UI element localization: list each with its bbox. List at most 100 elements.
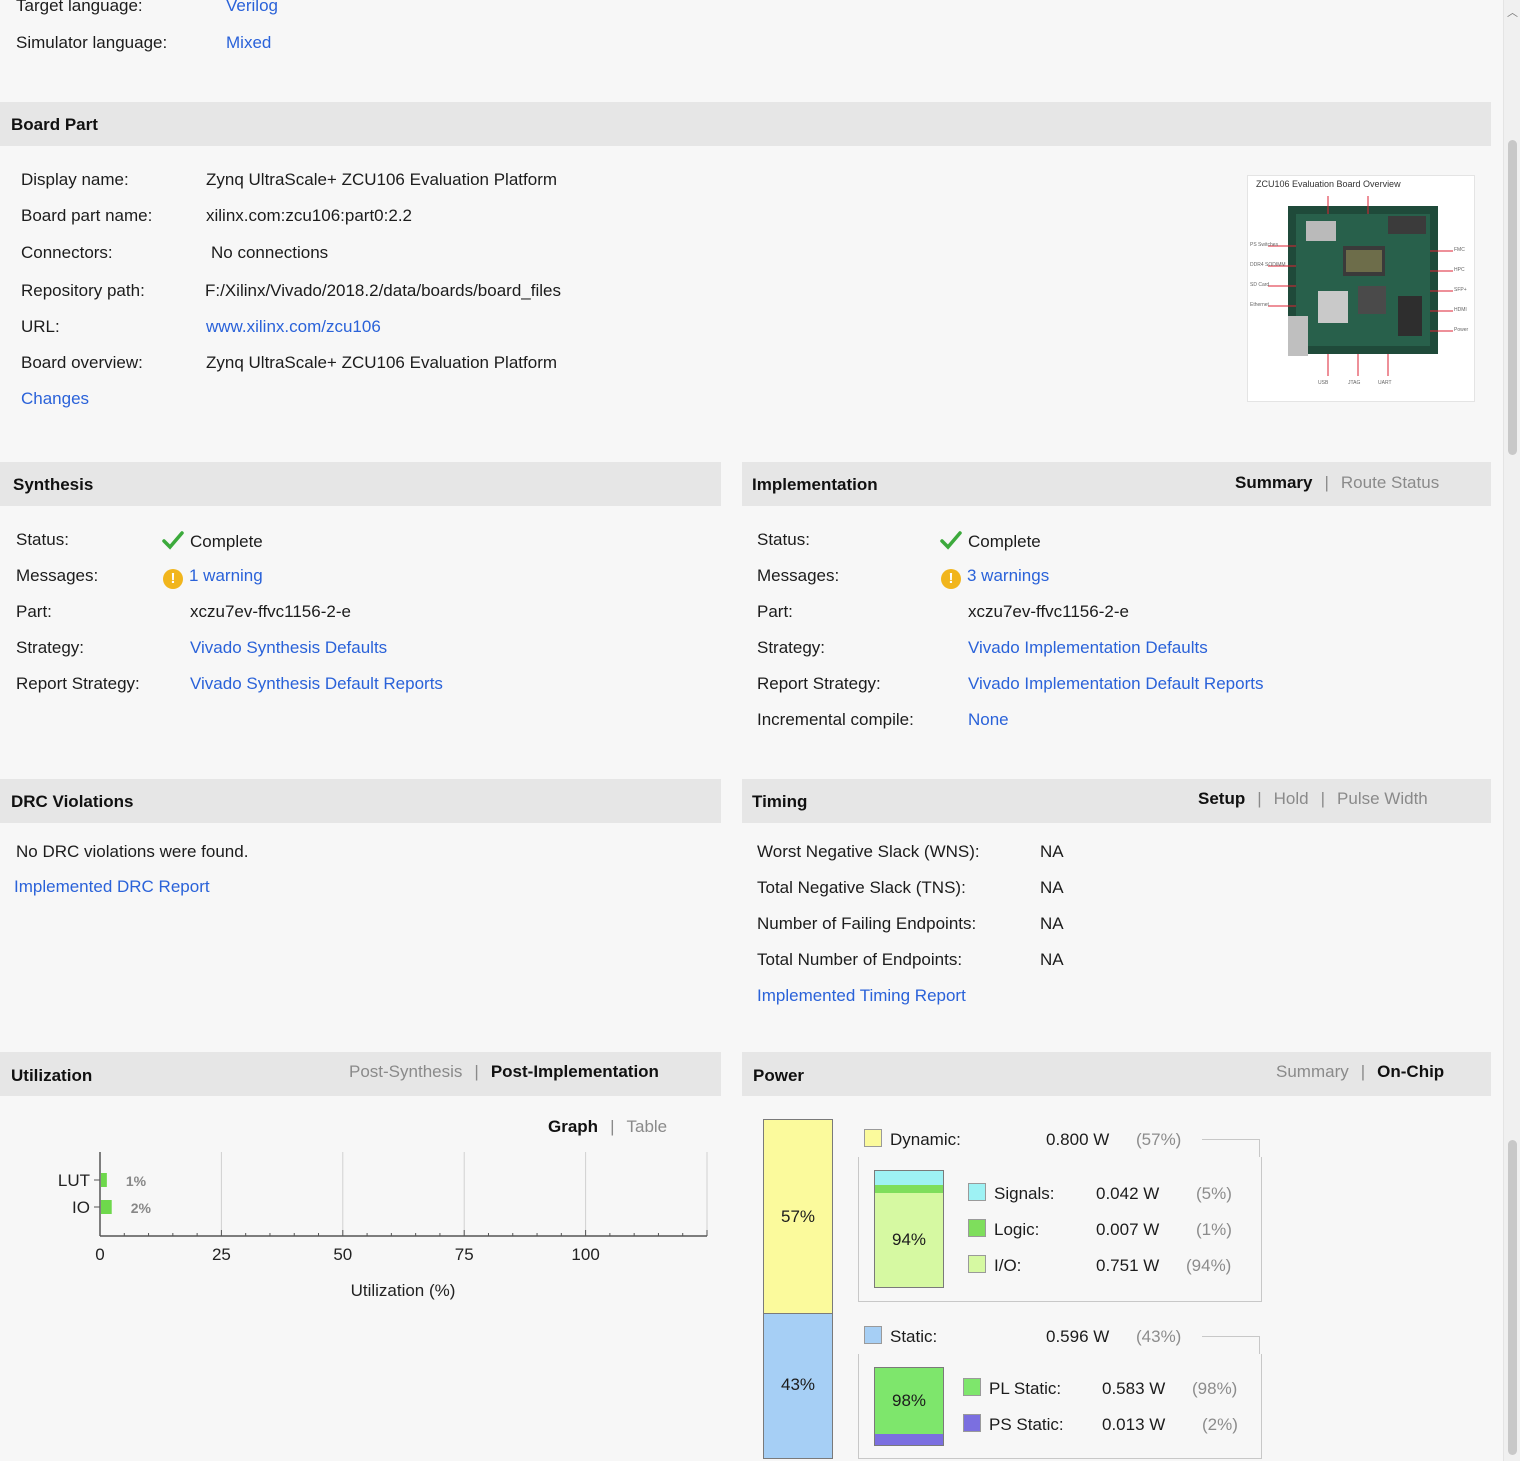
io-segment: 94% bbox=[875, 1193, 943, 1287]
scrollbar-thumb-upper[interactable] bbox=[1508, 140, 1517, 455]
dynamic-swatch bbox=[864, 1129, 882, 1147]
drc-report-link[interactable]: Implemented DRC Report bbox=[14, 877, 210, 897]
implementation-title: Implementation bbox=[752, 475, 878, 494]
impl-report-label: Report Strategy: bbox=[757, 674, 881, 693]
timing-title: Timing bbox=[752, 792, 808, 811]
synthesis-title: Synthesis bbox=[13, 475, 94, 494]
dynamic-label: Dynamic: bbox=[890, 1130, 961, 1149]
ps-static-swatch bbox=[963, 1414, 981, 1432]
power-tabs: Summary | On-Chip bbox=[1276, 1062, 1445, 1081]
svg-text:FMC: FMC bbox=[1454, 247, 1465, 253]
power-dynamic-bar-label: 57% bbox=[780, 1206, 816, 1226]
tns-value: NA bbox=[1040, 878, 1064, 897]
synth-report-label: Report Strategy: bbox=[16, 674, 140, 693]
pl-static-segment: 98% bbox=[875, 1368, 943, 1434]
impl-status-text: Complete bbox=[968, 532, 1041, 551]
x-tick-label: 50 bbox=[333, 1245, 352, 1264]
static-divider bbox=[1202, 1336, 1260, 1337]
logic-swatch bbox=[968, 1219, 986, 1237]
tab-route-status[interactable]: Route Status bbox=[1341, 473, 1439, 492]
pl-static-value: 0.583 W bbox=[1102, 1379, 1166, 1398]
utilization-title: Utilization bbox=[11, 1066, 93, 1085]
board-overview-image[interactable]: ZCU106 Evaluation Board Overview PS Swit… bbox=[1247, 175, 1475, 402]
svg-text:Ethernet: Ethernet bbox=[1250, 302, 1270, 308]
io-percent: (94%) bbox=[1186, 1256, 1232, 1275]
repository-path-value: F:/Xilinx/Vivado/2018.2/data/boards/boar… bbox=[205, 281, 561, 300]
repository-path-label: Repository path: bbox=[21, 281, 145, 300]
svg-text:HDMI: HDMI bbox=[1454, 307, 1467, 313]
changes-link[interactable]: Changes bbox=[21, 389, 89, 409]
display-name-value: Zynq UltraScale+ ZCU106 Evaluation Platf… bbox=[206, 170, 558, 189]
pl-static-label: PL Static: bbox=[989, 1379, 1062, 1398]
url-link[interactable]: www.xilinx.com/zcu106 bbox=[206, 317, 381, 337]
timing-report-link[interactable]: Implemented Timing Report bbox=[757, 986, 966, 1006]
impl-strategy-link[interactable]: Vivado Implementation Defaults bbox=[968, 638, 1208, 658]
synth-messages-link[interactable]: 1 warning bbox=[189, 566, 263, 585]
impl-report-link[interactable]: Vivado Implementation Default Reports bbox=[968, 674, 1263, 694]
utilization-tabs: Post-Synthesis | Post-Implementation bbox=[349, 1062, 659, 1081]
impl-part-label: Part: bbox=[757, 602, 793, 621]
tab-on-chip[interactable]: On-Chip bbox=[1377, 1062, 1444, 1081]
utilization-chart: 0 25 50 75 100 Utilization (%) LUT 1% IO 2% bbox=[58, 1152, 708, 1300]
board-part-header: Board Part bbox=[0, 102, 1491, 146]
dynamic-inner-bar[interactable]: 94% bbox=[874, 1170, 944, 1288]
implementation-tabs: Summary | Route Status bbox=[1235, 473, 1440, 492]
synth-report-link[interactable]: Vivado Synthesis Default Reports bbox=[190, 674, 443, 694]
impl-strategy-label: Strategy: bbox=[757, 638, 826, 657]
utilization-header: Utilization Post-Synthesis | Post-Implemen… bbox=[0, 1052, 721, 1096]
scroll-up-icon[interactable]: ︿ bbox=[1507, 4, 1518, 20]
check-icon bbox=[940, 531, 962, 550]
failing-endpoints-value: NA bbox=[1040, 914, 1064, 933]
impl-incremental-link[interactable]: None bbox=[968, 710, 1009, 730]
tab-impl-summary[interactable]: Summary bbox=[1235, 473, 1312, 492]
wns-label: Worst Negative Slack (WNS): bbox=[757, 842, 980, 861]
signals-value: 0.042 W bbox=[1096, 1184, 1160, 1203]
synth-strategy-label: Strategy: bbox=[16, 638, 85, 657]
board-overview-label: Board overview: bbox=[21, 353, 143, 372]
static-inner-bar[interactable]: 98% bbox=[874, 1367, 944, 1446]
ps-static-segment bbox=[875, 1434, 943, 1445]
signals-percent: (5%) bbox=[1196, 1184, 1232, 1203]
impl-messages-label: Messages: bbox=[757, 566, 840, 585]
impl-status-label: Status: bbox=[757, 530, 810, 549]
x-tick-label: 75 bbox=[455, 1245, 474, 1264]
connectors-value: No connections bbox=[211, 243, 329, 262]
timing-header: Timing Setup | Hold | Pulse Width bbox=[742, 779, 1491, 823]
utilization-view-tabs: Graph | Table bbox=[548, 1117, 668, 1136]
bar-io bbox=[101, 1200, 112, 1214]
board-graphic: PS Switches DDR4 SODIMM SD Card Ethernet F… bbox=[1250, 196, 1469, 386]
simulator-language-value[interactable]: Mixed bbox=[226, 33, 271, 53]
tab-power-summary[interactable]: Summary bbox=[1276, 1062, 1349, 1081]
dynamic-inner-label: 94% bbox=[891, 1230, 927, 1249]
ps-static-label: PS Static: bbox=[989, 1415, 1064, 1434]
power-total-bar[interactable]: 57% 43% bbox=[763, 1119, 833, 1459]
svg-text:PS Switches: PS Switches bbox=[1250, 242, 1279, 248]
tab-pulse-width[interactable]: Pulse Width bbox=[1337, 789, 1428, 808]
synth-part-label: Part: bbox=[16, 602, 52, 621]
target-language-value[interactable]: Verilog bbox=[226, 0, 278, 16]
tab-post-implementation[interactable]: Post-Implementation bbox=[491, 1062, 659, 1081]
synth-part-value: xczu7ev-ffvc1156-2-e bbox=[190, 602, 351, 621]
synth-status-label: Status: bbox=[16, 530, 69, 549]
synthesis-header: Synthesis bbox=[0, 462, 721, 506]
vertical-scrollbar[interactable]: ︿ bbox=[1503, 0, 1520, 1461]
dynamic-frame-edge bbox=[1259, 1139, 1260, 1157]
synth-strategy-link[interactable]: Vivado Synthesis Defaults bbox=[190, 638, 387, 658]
tab-hold[interactable]: Hold bbox=[1274, 789, 1309, 808]
tab-post-synthesis[interactable]: Post-Synthesis bbox=[349, 1062, 462, 1081]
power-header: Power Summary | On-Chip bbox=[742, 1052, 1491, 1096]
tab-setup[interactable]: Setup bbox=[1198, 789, 1245, 808]
logic-percent: (1%) bbox=[1196, 1220, 1232, 1239]
tab-table[interactable]: Table bbox=[626, 1117, 667, 1136]
scrollbar-thumb-lower[interactable] bbox=[1508, 1140, 1517, 1455]
static-frame-edge bbox=[1259, 1336, 1260, 1354]
svg-text:DDR4 SODIMM: DDR4 SODIMM bbox=[1250, 262, 1286, 268]
signals-swatch bbox=[968, 1183, 986, 1201]
io-swatch bbox=[968, 1255, 986, 1273]
tab-graph[interactable]: Graph bbox=[548, 1117, 598, 1136]
warning-icon: ! bbox=[941, 569, 961, 589]
impl-part-value: xczu7ev-ffvc1156-2-e bbox=[968, 602, 1129, 621]
connectors-label: Connectors: bbox=[21, 243, 113, 262]
logic-label: Logic: bbox=[994, 1220, 1040, 1239]
impl-messages-link[interactable]: 3 warnings bbox=[967, 566, 1049, 585]
